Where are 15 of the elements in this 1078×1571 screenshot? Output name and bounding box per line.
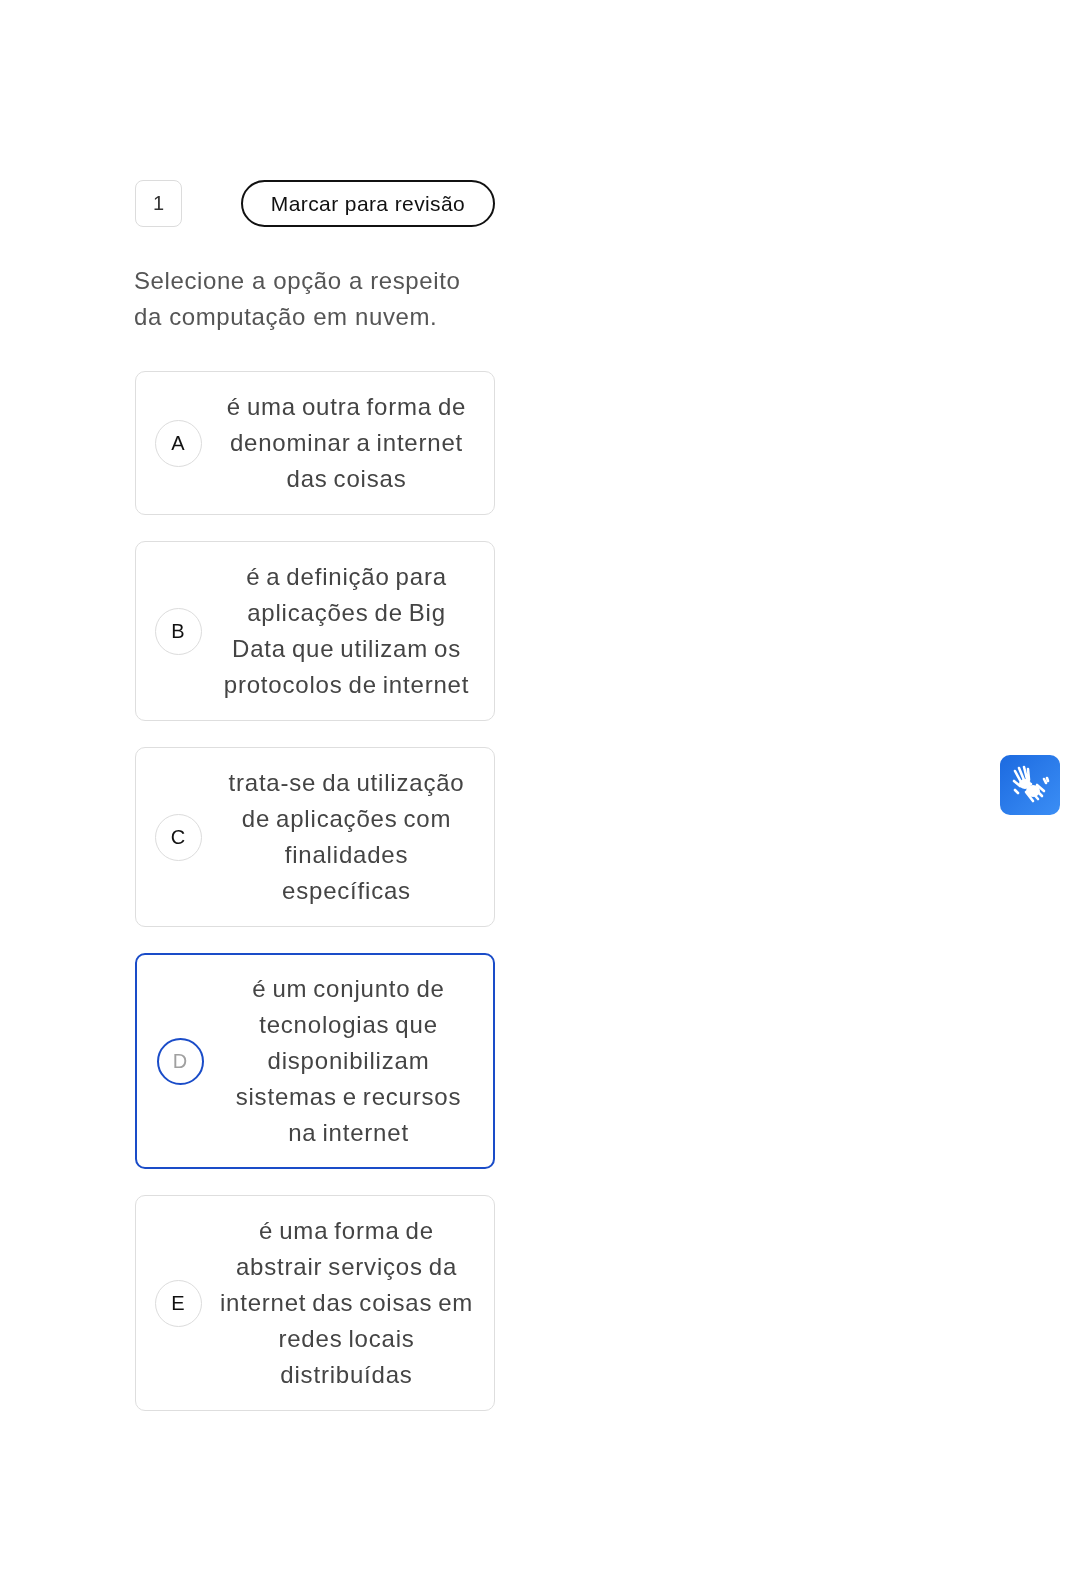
answer-option[interactable]: D é um conjunto de tecnologias que disponibilizam sistemas e recursos na internet xyxy=(135,953,495,1169)
question-text: Selecione a opção a respeito da computação em nuvem. xyxy=(134,266,462,332)
sign-language-icon[interactable] xyxy=(1000,755,1060,815)
option-letter: D xyxy=(156,1037,204,1085)
option-text: trata-se da utilização de aplicações com finalidades específicas xyxy=(227,768,466,906)
answer-option[interactable]: C trata-se da utilização de aplicações com finalidades específicas xyxy=(135,747,495,927)
answer-option[interactable]: E é uma forma de abstrair serviços da internet das coisas em redes locais distribuídas xyxy=(135,1195,495,1411)
option-text: é a definição para aplicações de Big Data que utilizam os protocolos de internet xyxy=(222,562,471,700)
question-number: 1 xyxy=(135,180,182,227)
option-text: é uma forma de abstrair serviços da internet das coisas em redes locais distribuídas xyxy=(219,1216,474,1390)
option-text: é uma outra forma de denominar a internet das coisas xyxy=(225,392,468,494)
answer-option[interactable]: B é a definição para aplicações de Big Data que utilizam os protocolos de internet xyxy=(135,541,495,721)
option-text: é um conjunto de tecnologias que disponibilizam sistemas e recursos na internet xyxy=(234,974,463,1148)
answer-option[interactable]: A é uma outra forma de denominar a internet das coisas xyxy=(135,371,495,515)
mark-for-review-button[interactable]: Marcar para revisão xyxy=(241,180,495,227)
